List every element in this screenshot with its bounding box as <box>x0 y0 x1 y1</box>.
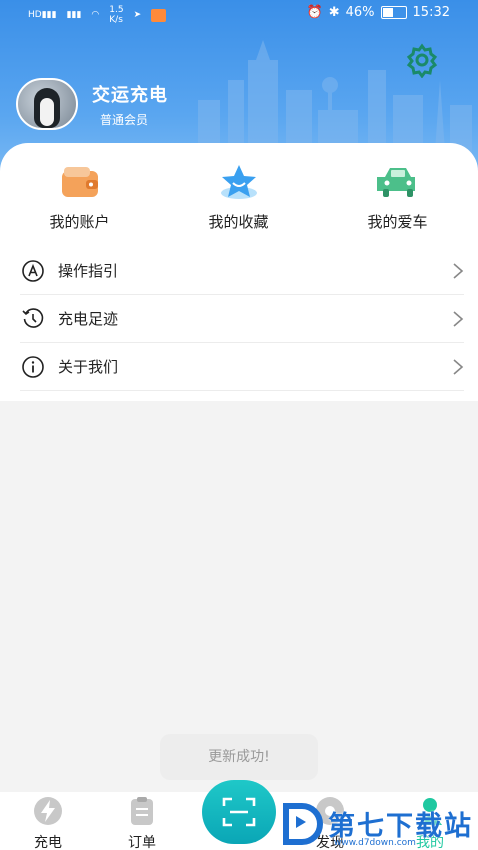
tab-charge[interactable]: 充电 <box>18 796 78 850</box>
menu-item-label: 充电足迹 <box>58 310 119 328</box>
battery-percent: 46% <box>345 5 375 20</box>
quick-action-label: 我的爱车 <box>367 213 428 231</box>
history-icon <box>22 307 44 328</box>
quick-actions: 我的账户 我的收藏 我的爱车 <box>0 163 478 232</box>
star-icon <box>220 165 257 199</box>
guide-icon <box>22 259 44 282</box>
membership-level: 普通会员 <box>100 112 149 127</box>
tab-orders[interactable]: 订单 <box>112 796 172 850</box>
battery-icon <box>380 6 407 19</box>
wallet-icon <box>61 167 98 197</box>
wifi-icon: ◠ <box>91 10 100 20</box>
car-icon <box>376 168 415 197</box>
scan-button[interactable] <box>202 780 276 844</box>
status-bar: HD▮▮▮ ▮▮▮ ◠ 1.5 K/s ➤ ⏰ ✱ 46% 15:32 <box>0 0 478 28</box>
menu-item-history[interactable]: 充电足迹 <box>20 295 464 343</box>
clock: 15:32 <box>412 5 450 20</box>
toast-message: 更新成功! <box>160 734 318 780</box>
menu-item-guide[interactable]: 操作指引 <box>20 247 464 295</box>
quick-action-label: 我的收藏 <box>208 213 269 231</box>
user-name: 交运充电 <box>92 84 168 106</box>
notification-icon: ➤ <box>133 10 142 20</box>
watermark-url: www.d7down.com <box>334 838 416 848</box>
scan-icon <box>222 797 256 827</box>
bluetooth-icon: ✱ <box>328 5 340 20</box>
menu-item-label: 关于我们 <box>58 358 119 376</box>
quick-action-favorites[interactable]: 我的收藏 <box>159 163 318 232</box>
menu-item-label: 操作指引 <box>58 262 119 280</box>
order-icon <box>131 797 153 825</box>
menu-card: 我的账户 我的收藏 我的爱车 操作指引 充电足迹 关于我们 <box>0 143 478 401</box>
app-notification-icon <box>151 8 167 22</box>
tab-label: 订单 <box>128 835 156 850</box>
watermark-logo-icon <box>283 803 323 845</box>
quick-action-label: 我的账户 <box>49 213 110 231</box>
avatar[interactable] <box>16 78 78 130</box>
alarm-icon: ⏰ <box>306 5 323 20</box>
quick-action-car[interactable]: 我的爱车 <box>318 163 477 232</box>
settings-gear-icon[interactable] <box>404 42 440 78</box>
chevron-right-icon <box>453 311 464 327</box>
info-icon <box>22 355 44 378</box>
tab-label: 充电 <box>34 835 62 850</box>
menu-list: 操作指引 充电足迹 关于我们 <box>20 247 464 391</box>
net-speed: 1.5 K/s <box>109 5 124 25</box>
site-watermark: 第七下载站 www.d7down.com <box>282 800 478 850</box>
signal-icon: ▮▮▮ <box>66 10 82 20</box>
hd-signal-icon: HD▮▮▮ <box>28 10 57 20</box>
chevron-right-icon <box>453 359 464 375</box>
quick-action-account[interactable]: 我的账户 <box>0 163 159 232</box>
user-profile[interactable]: 交运充电 普通会员 <box>16 78 168 130</box>
lightning-icon <box>34 797 62 825</box>
chevron-right-icon <box>453 263 464 279</box>
menu-item-about[interactable]: 关于我们 <box>20 343 464 391</box>
